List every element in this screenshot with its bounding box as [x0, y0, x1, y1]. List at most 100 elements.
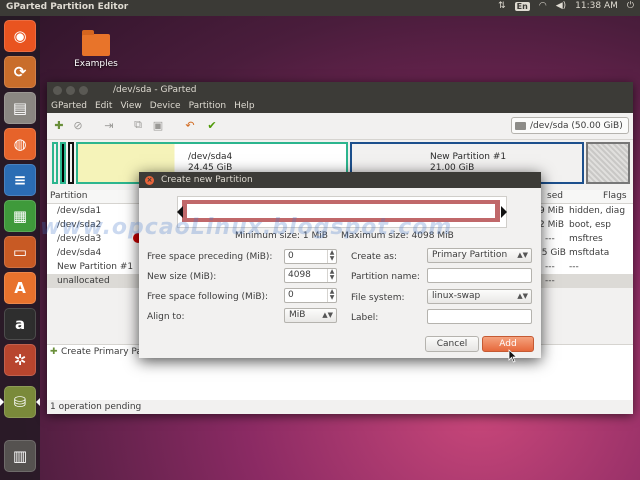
map-sda2[interactable]	[60, 142, 66, 184]
firefox-icon[interactable]: ◍	[4, 128, 36, 160]
maximize-icon[interactable]	[79, 86, 88, 95]
calc-icon[interactable]: ▦	[4, 200, 36, 232]
spin-arrows-icon[interactable]: ▲ ▼	[327, 289, 336, 302]
writer-icon[interactable]: ≡	[4, 164, 36, 196]
apply-icon[interactable]: ✔	[205, 118, 219, 132]
sort-icon[interactable]: ⇅	[498, 1, 506, 11]
dialog-titlebar[interactable]: × Create new Partition	[139, 172, 541, 188]
align-label: Align to:	[147, 312, 185, 322]
col-partition[interactable]: Partition	[50, 191, 88, 201]
left-handle-icon[interactable]	[177, 206, 183, 218]
partition-name-label: Partition name:	[351, 272, 420, 282]
create-as-label: Create as:	[351, 252, 398, 262]
chevron-down-icon: ▲▼	[517, 251, 528, 259]
free-preceding-label: Free space preceding (MiB):	[147, 252, 273, 262]
row-used: 2 MiB	[539, 220, 565, 230]
ubuntu-dash-icon[interactable]: ◉	[4, 20, 36, 52]
menu-help[interactable]: Help	[234, 101, 255, 111]
spin-arrows-icon[interactable]: ▲ ▼	[327, 269, 336, 282]
dialog-title: Create new Partition	[161, 175, 253, 185]
amazon-icon[interactable]: a	[4, 308, 36, 340]
software-center-icon[interactable]: A	[4, 272, 36, 304]
wifi-icon[interactable]: ◠	[539, 1, 547, 11]
operation-icon: ✚	[50, 347, 58, 357]
pending-item-label: Create Primary Par	[61, 347, 146, 357]
window-titlebar[interactable]: /dev/sda - GParted	[47, 82, 633, 99]
new-size-spin[interactable]: 4098 ▲ ▼	[284, 268, 337, 283]
size-resizer[interactable]	[177, 196, 507, 228]
resizer-bar[interactable]	[182, 200, 500, 222]
create-as-combo[interactable]: Primary Partition ▲▼	[427, 248, 532, 263]
menu-view[interactable]: View	[120, 101, 141, 111]
label-field[interactable]	[427, 309, 532, 324]
disk-icon	[515, 121, 526, 130]
row-used: ---	[545, 234, 555, 244]
free-preceding-spin[interactable]: 0 ▲ ▼	[284, 249, 337, 264]
menu-edit[interactable]: Edit	[95, 101, 112, 111]
clock[interactable]: 11:38 AM	[575, 1, 618, 11]
impress-icon[interactable]: ▭	[4, 236, 36, 268]
copy-icon[interactable]: ⧉	[131, 118, 145, 132]
spin-arrows-icon[interactable]: ▲ ▼	[327, 250, 336, 263]
chevron-down-icon: ▲▼	[322, 311, 333, 319]
power-icon[interactable]: ⏻	[627, 1, 634, 11]
row-flags: hidden, diag	[569, 206, 626, 216]
map-sda3[interactable]	[68, 142, 74, 184]
col-used[interactable]: sed	[547, 191, 563, 201]
menu-device[interactable]: Device	[150, 101, 181, 111]
device-label: /dev/sda (50.00 GiB)	[530, 120, 623, 131]
system-settings-icon[interactable]: ✲	[4, 344, 36, 376]
row-used: ---	[545, 276, 555, 286]
menu-partition[interactable]: Partition	[189, 101, 227, 111]
row-partition: /dev/sda4	[57, 248, 102, 258]
window-title: /dev/sda - GParted	[113, 85, 197, 95]
undo-icon[interactable]: ↶	[183, 118, 197, 132]
menu-gparted[interactable]: GParted	[51, 101, 87, 111]
cancel-button[interactable]: Cancel	[425, 336, 479, 352]
files-icon[interactable]: ▤	[4, 92, 36, 124]
device-selector[interactable]: /dev/sda (50.00 GiB)	[511, 117, 629, 134]
free-following-value: 0	[288, 290, 294, 300]
max-size-text: Maximum size: 4098 MiB	[341, 231, 454, 241]
trash-icon[interactable]: ▥	[4, 440, 36, 472]
keyboard-indicator[interactable]: En	[514, 1, 530, 11]
row-used: ---	[545, 262, 555, 272]
gparted-icon[interactable]: ⛁	[4, 386, 36, 418]
free-following-spin[interactable]: 0 ▲ ▼	[284, 288, 337, 303]
active-indicator-right	[36, 398, 40, 406]
row-flags: msftres	[569, 234, 603, 244]
map-sda4-name: /dev/sda4	[188, 152, 233, 162]
close-icon[interactable]	[53, 86, 62, 95]
map-sda1[interactable]	[52, 142, 58, 184]
paste-icon[interactable]: ▣	[151, 118, 165, 132]
align-value: MiB	[289, 310, 306, 320]
status-text: 1 operation pending	[50, 402, 142, 412]
launcher: ◉ ⟳ ▤ ◍ ≡ ▦ ▭ A a ✲ ⛁ ▥	[0, 16, 40, 480]
map-newpart-name: New Partition #1	[430, 152, 507, 162]
row-partition: unallocated	[57, 276, 110, 286]
examples-label: Examples	[74, 59, 118, 69]
free-preceding-value: 0	[288, 251, 294, 261]
toolbar: ✚ ⊘ ⇥ ⧉ ▣ ↶ ✔ /dev/sda (50.00 GiB)	[47, 113, 633, 140]
statusbar: 1 operation pending	[47, 400, 633, 414]
active-app-title: GParted Partition Editor	[6, 2, 129, 12]
delete-icon[interactable]: ⊘	[71, 118, 85, 132]
col-flags[interactable]: Flags	[603, 191, 627, 201]
desktop-examples[interactable]: Examples	[72, 30, 120, 69]
resize-icon[interactable]: ⇥	[102, 118, 116, 132]
row-partition: /dev/sda2	[57, 220, 102, 230]
partition-name-field[interactable]	[427, 268, 532, 283]
free-following-label: Free space following (MiB):	[147, 292, 269, 302]
new-partition-icon[interactable]: ✚	[52, 118, 66, 132]
volume-icon[interactable]: ◀)	[556, 1, 566, 11]
map-unallocated[interactable]	[586, 142, 630, 184]
right-handle-icon[interactable]	[501, 206, 507, 218]
software-updater-icon[interactable]: ⟳	[4, 56, 36, 88]
minimize-icon[interactable]	[66, 86, 75, 95]
create-partition-dialog: × Create new Partition Minimum size: 1 M…	[139, 172, 541, 358]
chevron-down-icon: ▲▼	[517, 292, 528, 300]
file-system-combo[interactable]: linux-swap ▲▼	[427, 289, 532, 304]
align-combo[interactable]: MiB ▲▼	[284, 308, 337, 323]
menubar: GParted Edit View Device Partition Help	[47, 99, 633, 113]
close-icon[interactable]: ×	[145, 176, 154, 185]
